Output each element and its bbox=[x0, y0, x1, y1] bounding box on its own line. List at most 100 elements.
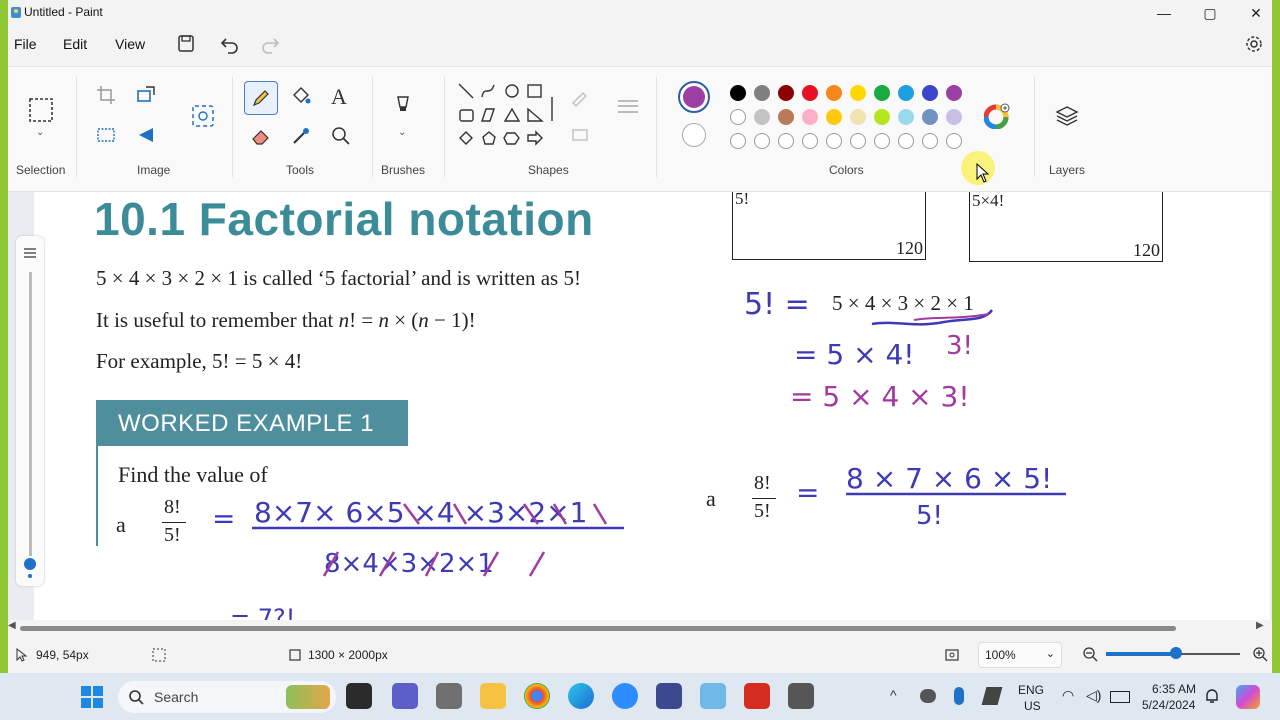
color-swatch[interactable] bbox=[874, 133, 890, 149]
color-swatch[interactable] bbox=[826, 85, 842, 101]
brushes-dropdown-chevron-icon[interactable]: ⌄ bbox=[398, 127, 406, 138]
color-swatch[interactable] bbox=[946, 85, 962, 101]
onedrive-icon[interactable] bbox=[920, 689, 936, 703]
selection-rectangle-icon[interactable] bbox=[28, 97, 54, 123]
zoom-dropdown[interactable]: 100% ⌄ bbox=[978, 642, 1062, 668]
zoom-slider-thumb[interactable] bbox=[1169, 647, 1182, 659]
undo-icon[interactable] bbox=[218, 33, 242, 55]
scrollbar-thumb[interactable] bbox=[20, 626, 1176, 631]
color-swatch[interactable] bbox=[850, 133, 866, 149]
color-swatch[interactable] bbox=[754, 85, 770, 101]
color-picker-icon[interactable] bbox=[290, 125, 312, 147]
secondary-color-button[interactable] bbox=[682, 123, 706, 147]
zoom-in-icon[interactable] bbox=[1252, 646, 1268, 662]
fill-bucket-icon[interactable] bbox=[290, 85, 312, 107]
magnifier-icon[interactable] bbox=[330, 125, 352, 147]
teams-icon[interactable] bbox=[392, 683, 418, 709]
wifi-icon[interactable]: ◠ bbox=[1062, 687, 1074, 704]
menu-edit[interactable]: Edit bbox=[63, 36, 87, 52]
brush-icon[interactable] bbox=[392, 95, 414, 121]
eraser-icon[interactable] bbox=[250, 125, 272, 147]
color-swatch[interactable] bbox=[826, 109, 842, 125]
clock-date[interactable]: 5/24/2024 bbox=[1142, 698, 1195, 712]
slider-thumb[interactable] bbox=[24, 558, 36, 570]
color-swatch[interactable] bbox=[802, 85, 818, 101]
color-swatch[interactable] bbox=[850, 109, 866, 125]
edge-icon[interactable] bbox=[568, 683, 594, 709]
minimize-button[interactable]: — bbox=[1144, 2, 1184, 24]
redo-icon[interactable] bbox=[258, 33, 282, 55]
color-swatch[interactable] bbox=[730, 85, 746, 101]
drawing-canvas[interactable]: 10.1 Factorial notation 5 × 4 × 3 × 2 × … bbox=[34, 192, 1270, 620]
tray-chevron-icon[interactable]: ^ bbox=[890, 687, 897, 703]
color-swatch[interactable] bbox=[730, 109, 746, 125]
color-swatch[interactable] bbox=[730, 133, 746, 149]
color-swatch[interactable] bbox=[874, 109, 890, 125]
color-swatch[interactable] bbox=[946, 109, 962, 125]
acrobat-icon[interactable] bbox=[744, 683, 770, 709]
layers-icon[interactable] bbox=[1054, 103, 1080, 129]
start-windows-icon[interactable] bbox=[80, 685, 104, 709]
color-swatch[interactable] bbox=[898, 85, 914, 101]
horizontal-scrollbar[interactable]: ◀ ▶ bbox=[8, 620, 1272, 634]
color-swatch[interactable] bbox=[946, 133, 962, 149]
selection-dropdown-chevron-icon[interactable]: ⌄ bbox=[36, 127, 44, 138]
scroll-left-icon[interactable]: ◀ bbox=[8, 620, 16, 631]
taskbar-search-box[interactable]: Search bbox=[118, 681, 336, 713]
edit-colors-icon[interactable] bbox=[984, 103, 1010, 129]
clock-time[interactable]: 6:35 AM bbox=[1152, 682, 1196, 696]
resize-icon[interactable] bbox=[136, 85, 156, 105]
fit-to-window-icon[interactable] bbox=[944, 648, 960, 662]
maximize-button[interactable]: ▢ bbox=[1190, 2, 1230, 24]
color-swatch[interactable] bbox=[874, 85, 890, 101]
store-icon[interactable] bbox=[656, 683, 682, 709]
color-swatch[interactable] bbox=[922, 85, 938, 101]
color-swatch[interactable] bbox=[778, 85, 794, 101]
save-icon[interactable] bbox=[174, 33, 198, 55]
scroll-right-icon[interactable]: ▶ bbox=[1256, 620, 1264, 631]
text-tool-icon[interactable]: A bbox=[331, 84, 347, 110]
color-swatch[interactable] bbox=[898, 133, 914, 149]
fill-icon[interactable] bbox=[570, 125, 590, 145]
microphone-icon[interactable] bbox=[954, 687, 964, 705]
zoom-side-slider[interactable] bbox=[16, 236, 44, 586]
pencil-tool-button[interactable] bbox=[244, 81, 278, 115]
color-swatch[interactable] bbox=[802, 133, 818, 149]
color-swatch[interactable] bbox=[778, 109, 794, 125]
menu-view[interactable]: View bbox=[115, 36, 145, 52]
chrome-icon[interactable] bbox=[524, 683, 550, 709]
calculator-icon[interactable] bbox=[436, 683, 462, 709]
settings-gear-icon[interactable] bbox=[1244, 34, 1264, 54]
menu-file[interactable]: File bbox=[14, 36, 37, 52]
outline-icon[interactable] bbox=[570, 87, 590, 107]
color-swatch[interactable] bbox=[754, 109, 770, 125]
image-select-icon[interactable] bbox=[96, 125, 116, 145]
primary-color-button[interactable] bbox=[678, 81, 710, 113]
volume-icon[interactable]: ◁) bbox=[1086, 687, 1101, 704]
pen-icon[interactable] bbox=[981, 687, 1003, 705]
color-swatch[interactable] bbox=[826, 133, 842, 149]
calculator-2-icon[interactable] bbox=[788, 683, 814, 709]
rotate-icon[interactable] bbox=[136, 125, 156, 145]
color-swatch[interactable] bbox=[802, 109, 818, 125]
color-swatch[interactable] bbox=[850, 85, 866, 101]
color-swatch[interactable] bbox=[922, 109, 938, 125]
size-icon[interactable] bbox=[616, 97, 640, 117]
task-view-icon[interactable] bbox=[346, 683, 372, 709]
color-swatch[interactable] bbox=[922, 133, 938, 149]
language-indicator[interactable]: ENG bbox=[1018, 683, 1044, 697]
image-background-icon[interactable] bbox=[190, 103, 216, 129]
color-swatch[interactable] bbox=[754, 133, 770, 149]
paint-taskbar-icon[interactable] bbox=[700, 683, 726, 709]
copilot-icon[interactable] bbox=[1236, 685, 1260, 709]
color-swatch[interactable] bbox=[778, 133, 794, 149]
zoom-out-icon[interactable] bbox=[1082, 646, 1098, 662]
color-swatch[interactable] bbox=[898, 109, 914, 125]
notifications-bell-icon[interactable] bbox=[1204, 687, 1220, 705]
file-explorer-icon[interactable] bbox=[480, 683, 506, 709]
battery-icon[interactable] bbox=[1110, 691, 1130, 703]
close-button[interactable]: ✕ bbox=[1236, 2, 1272, 24]
shapes-gallery[interactable] bbox=[456, 81, 556, 153]
zoom-app-icon[interactable] bbox=[612, 683, 638, 709]
crop-icon[interactable] bbox=[96, 85, 116, 105]
